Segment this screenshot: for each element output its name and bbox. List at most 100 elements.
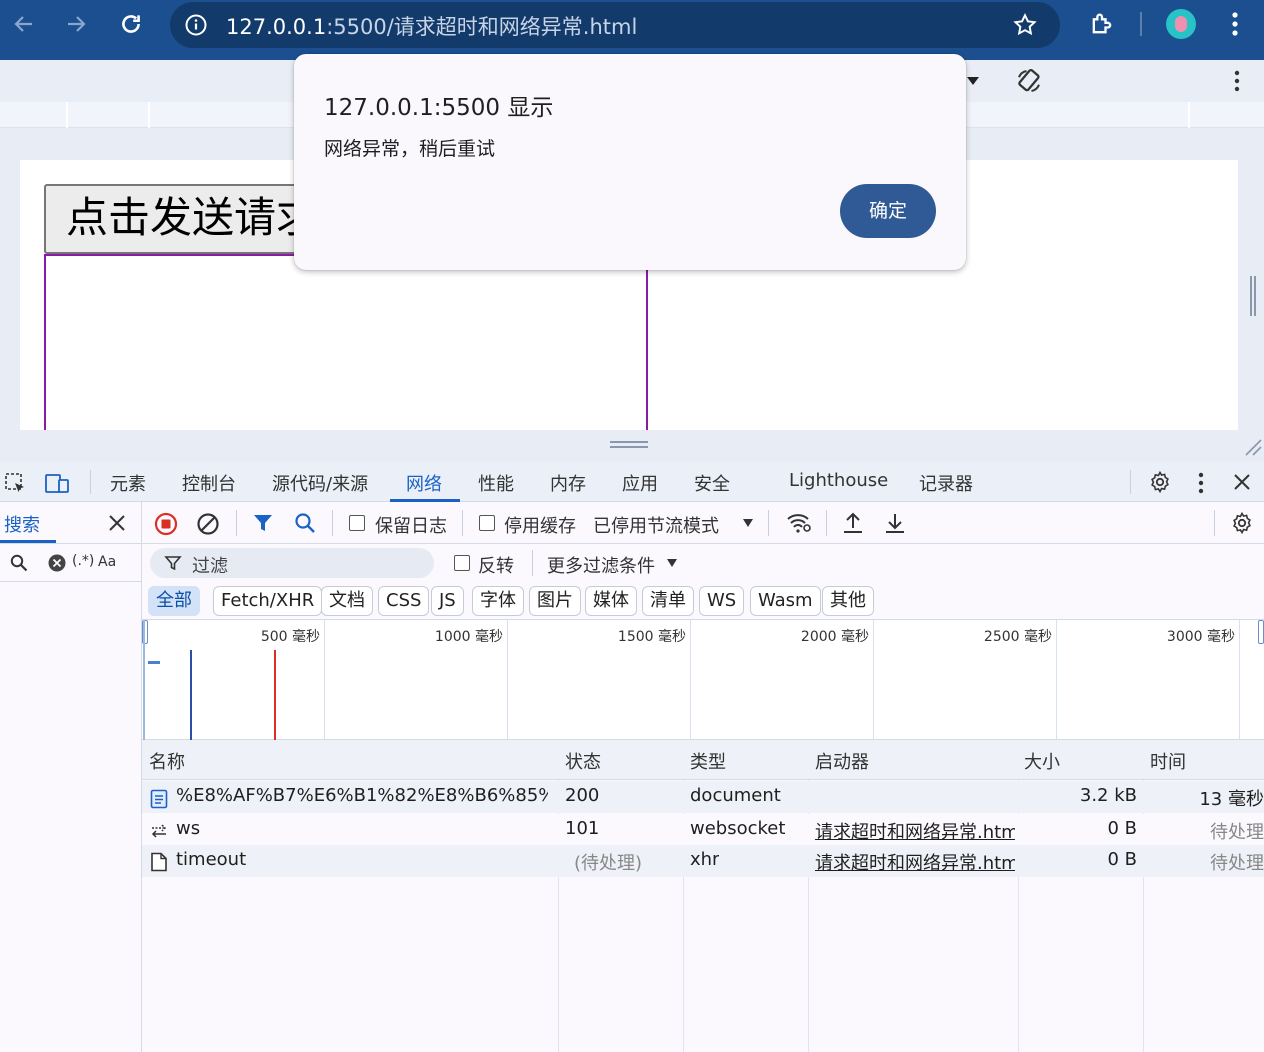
extensions-icon[interactable] <box>1088 10 1116 38</box>
bookmark-star-icon[interactable] <box>1012 12 1038 38</box>
table-row[interactable]: ws 101 websocket 请求超时和网络异常.htm 0 B 待处理 <box>142 814 1264 846</box>
type-filter-ws[interactable]: WS <box>699 586 745 616</box>
type-filter-doc[interactable]: 文档 <box>321 586 373 616</box>
filter-funnel-icon[interactable] <box>252 512 274 534</box>
tab-memory[interactable]: 内存 <box>550 470 586 496</box>
device-dropdown-caret-icon[interactable] <box>966 75 980 87</box>
preserve-log-checkbox[interactable] <box>349 515 365 531</box>
ruler-segment[interactable] <box>68 102 150 128</box>
invert-checkbox[interactable] <box>454 555 470 571</box>
settings-gear-icon[interactable] <box>1148 470 1172 494</box>
type-filter-manifest[interactable]: 清单 <box>642 586 694 616</box>
alert-ok-button[interactable]: 确定 <box>840 184 936 238</box>
toolbar-separator <box>1214 510 1215 536</box>
tab-elements[interactable]: 元素 <box>110 470 146 496</box>
request-initiator[interactable]: 请求超时和网络异常.htm <box>815 849 1015 875</box>
filter-input[interactable]: 过滤 <box>150 548 434 578</box>
toolbar-separator <box>462 510 463 536</box>
inspect-element-icon[interactable] <box>4 472 28 496</box>
table-row[interactable]: timeout (待处理) xhr 请求超时和网络异常.htm 0 B 待处理 <box>142 845 1264 877</box>
url-host: 127.0.0.1 <box>226 15 327 39</box>
reload-icon[interactable] <box>118 11 144 37</box>
column-header-initiator[interactable]: 启动器 <box>815 748 869 774</box>
tab-security[interactable]: 安全 <box>694 470 730 496</box>
viewport-resize-handle[interactable] <box>1250 276 1256 316</box>
tab-sources[interactable]: 源代码/来源 <box>272 470 368 496</box>
timeline-request-bar <box>148 661 160 664</box>
column-header-status[interactable]: 状态 <box>565 748 601 774</box>
close-search-icon[interactable] <box>108 514 126 532</box>
search-network-icon[interactable] <box>294 512 316 534</box>
throttling-select[interactable]: 已停用节流模式 <box>593 512 719 538</box>
type-filter-img[interactable]: 图片 <box>529 586 581 616</box>
alert-dialog: 127.0.0.1:5500 显示 网络异常，稍后重试 确定 <box>294 54 966 270</box>
back-icon[interactable] <box>12 12 36 36</box>
table-row[interactable]: %E8%AF%B7%E6%B1%82%E8%B6%85%... 200 docu… <box>142 781 1264 813</box>
type-filter-fetch-xhr[interactable]: Fetch/XHR <box>213 586 323 616</box>
column-header-size[interactable]: 大小 <box>1024 748 1060 774</box>
profile-avatar[interactable] <box>1166 9 1196 39</box>
request-status: (待处理) <box>574 853 643 874</box>
import-har-icon[interactable] <box>842 511 864 535</box>
search-input-row[interactable]: (.*) Aa <box>0 544 142 582</box>
disable-cache-label: 停用缓存 <box>504 516 576 537</box>
site-info-icon[interactable] <box>184 13 208 37</box>
send-request-button[interactable]: 点击发送请求 <box>44 184 334 254</box>
dom-content-loaded-marker <box>190 650 192 740</box>
avatar-figure <box>1175 16 1187 32</box>
type-filter-css[interactable]: CSS <box>378 586 430 616</box>
devtools-menu-icon[interactable] <box>1196 471 1206 495</box>
clear-search-icon[interactable] <box>48 554 66 572</box>
network-settings-gear-icon[interactable] <box>1230 511 1254 535</box>
column-header-type[interactable]: 类型 <box>690 748 726 774</box>
export-har-icon[interactable] <box>884 511 906 535</box>
timeline-gridline <box>324 620 325 740</box>
regex-toggle[interactable]: (.*) <box>72 553 94 569</box>
timeline-tick-label: 2000 毫秒 <box>800 629 869 645</box>
tab-console[interactable]: 控制台 <box>182 470 236 496</box>
more-filters-dropdown[interactable]: 更多过滤条件 <box>547 552 655 578</box>
record-stop-icon[interactable] <box>154 512 178 536</box>
request-size: 3.2 kB <box>1079 785 1137 806</box>
filter-icon <box>164 554 182 572</box>
clear-log-icon[interactable] <box>196 512 220 536</box>
rotate-icon[interactable] <box>1014 66 1044 96</box>
address-bar[interactable]: 127.0.0.1:5500/请求超时和网络异常.html <box>170 2 1060 48</box>
type-filter-all[interactable]: 全部 <box>148 586 200 616</box>
type-filter-wasm[interactable]: Wasm <box>750 586 821 616</box>
tab-lighthouse[interactable]: Lighthouse <box>789 470 888 491</box>
timeline-tick-label: 2500 毫秒 <box>983 629 1052 645</box>
forward-icon[interactable] <box>64 12 88 36</box>
type-filter-other[interactable]: 其他 <box>822 586 874 616</box>
timeline-right-handle[interactable] <box>1258 620 1264 644</box>
search-panel-title[interactable]: 搜索 <box>4 511 40 537</box>
ruler-segment[interactable] <box>0 102 68 128</box>
request-initiator[interactable]: 请求超时和网络异常.htm <box>815 818 1015 844</box>
type-filter-font[interactable]: 字体 <box>472 586 524 616</box>
tab-performance[interactable]: 性能 <box>478 470 514 496</box>
browser-menu-icon[interactable] <box>1230 10 1240 38</box>
case-sensitive-toggle[interactable]: Aa <box>98 554 116 570</box>
column-header-time[interactable]: 时间 <box>1150 748 1186 774</box>
tab-divider <box>1130 470 1131 494</box>
network-conditions-icon[interactable] <box>786 512 812 534</box>
corner-resize-icon[interactable] <box>1244 438 1262 456</box>
column-header-name[interactable]: 名称 <box>149 748 185 774</box>
type-filter-media[interactable]: 媒体 <box>585 586 637 616</box>
alert-message: 网络异常，稍后重试 <box>324 138 496 160</box>
ruler-segment[interactable] <box>1108 102 1190 128</box>
tab-application[interactable]: 应用 <box>622 470 658 496</box>
timeline-gridline <box>873 620 874 740</box>
device-mode-icon[interactable] <box>44 472 70 496</box>
viewport-height-handle[interactable] <box>610 440 650 450</box>
tab-recorder[interactable]: 记录器 <box>919 470 973 496</box>
request-time: 13 毫秒 <box>1199 789 1264 810</box>
type-filter-js[interactable]: JS <box>431 586 464 616</box>
disable-cache-checkbox[interactable] <box>479 515 495 531</box>
more-filters-caret-icon[interactable] <box>666 558 678 568</box>
device-toolbar-menu-icon[interactable] <box>1232 69 1242 93</box>
throttling-caret-icon[interactable] <box>742 518 754 528</box>
network-overview-timeline[interactable]: 500 毫秒 1000 毫秒 1500 毫秒 2000 毫秒 2500 毫秒 3… <box>142 620 1264 740</box>
tab-network[interactable]: 网络 <box>406 470 442 496</box>
close-devtools-icon[interactable] <box>1232 472 1252 492</box>
